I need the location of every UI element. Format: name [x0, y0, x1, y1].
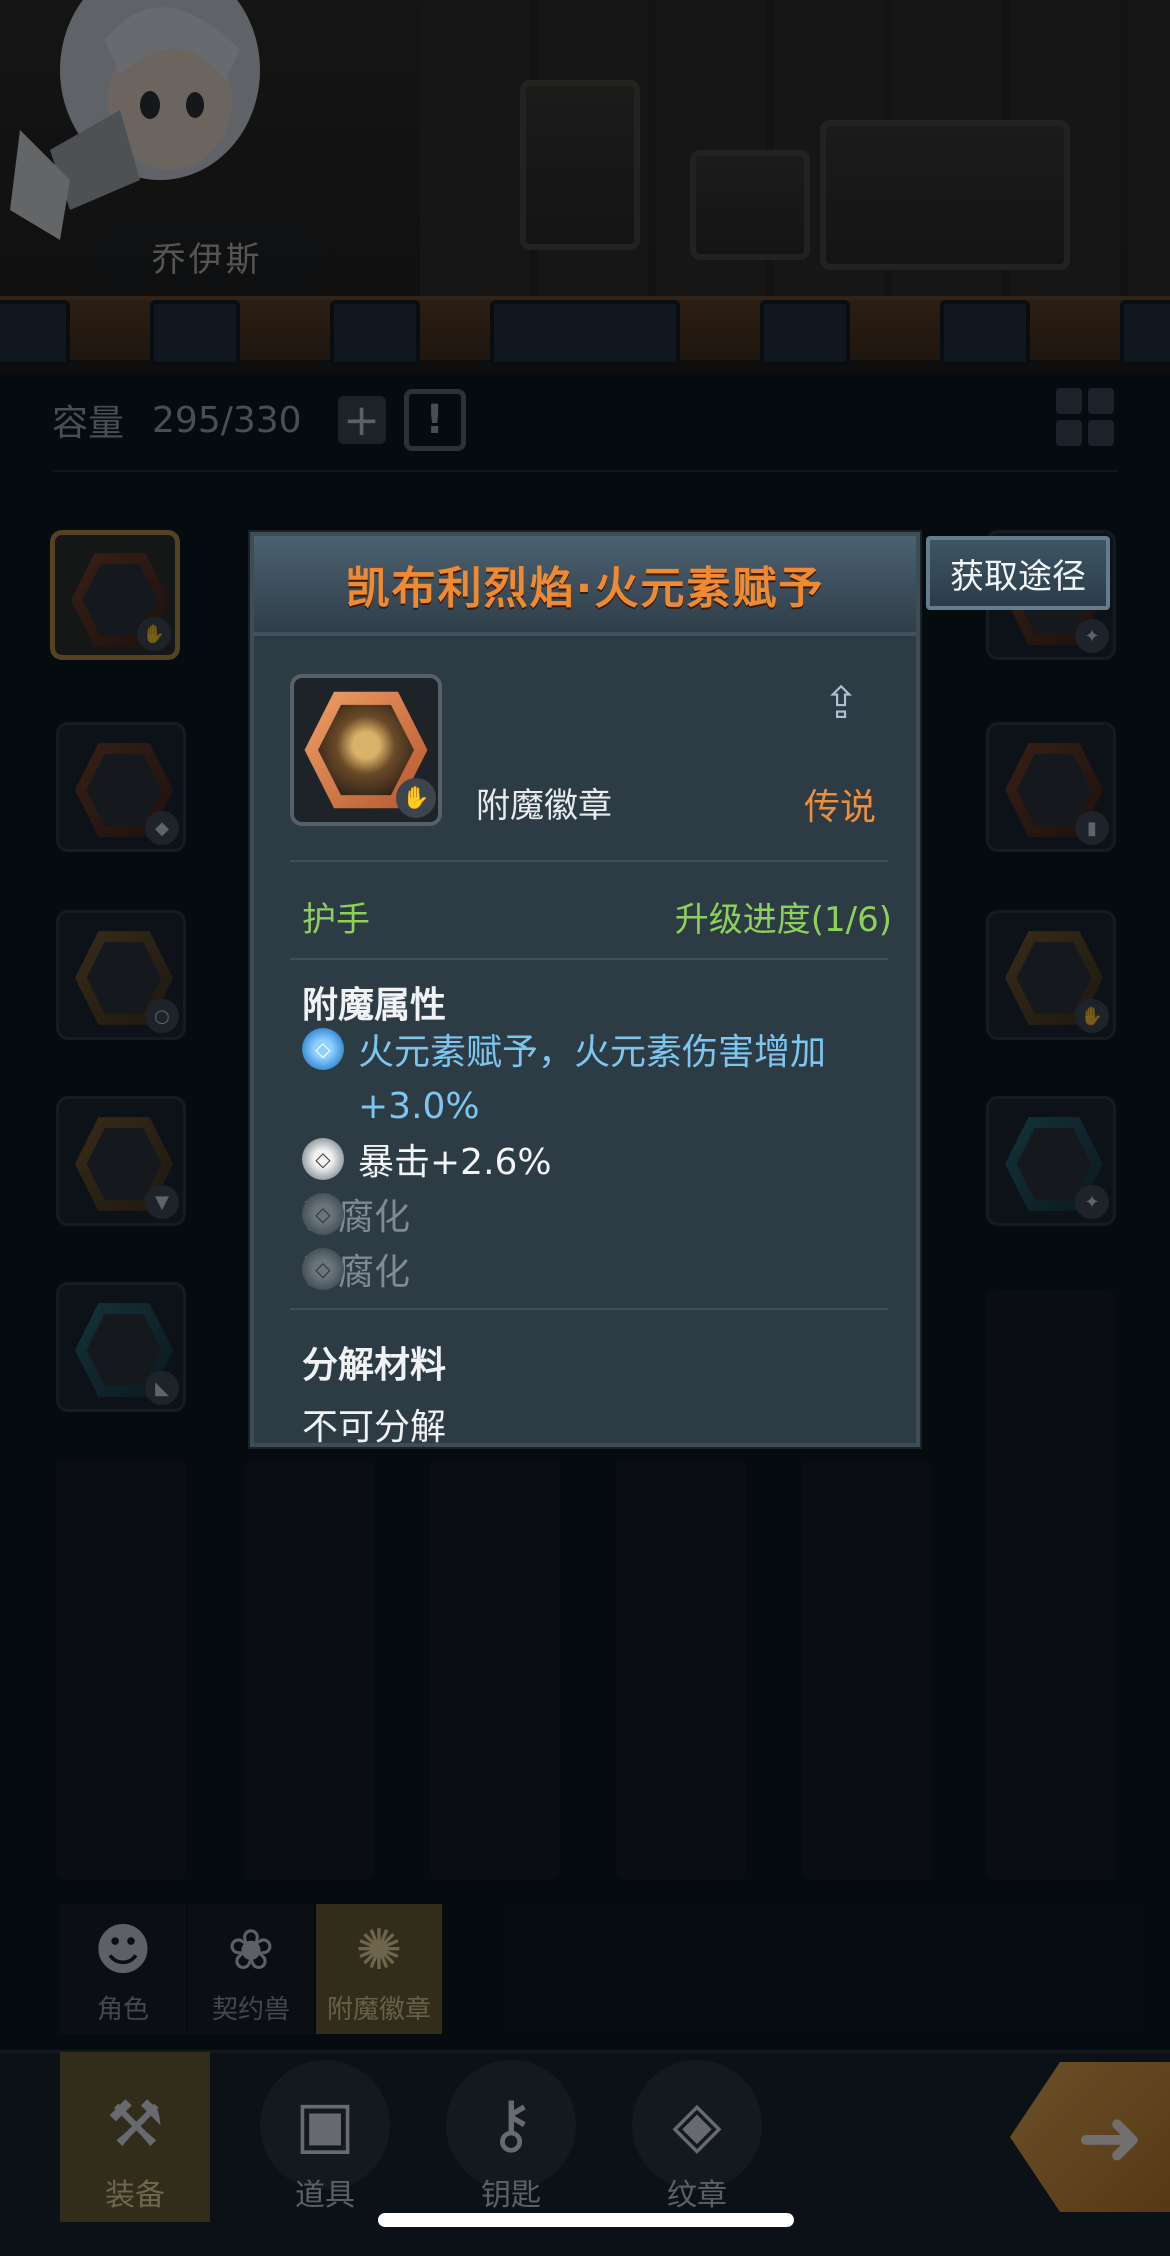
- nav-label: 装备: [105, 2178, 165, 2213]
- plank-block: [330, 300, 420, 366]
- hand-icon: ✋: [1075, 999, 1109, 1033]
- white-gem-icon: ◇: [302, 1138, 344, 1180]
- treasure-chest-decoration: [820, 120, 1070, 270]
- weapon-icon: ✦: [1075, 619, 1109, 653]
- popup-header: 凯布利烈焰·火元素赋予: [254, 536, 916, 636]
- capacity-label: 容量: [52, 403, 125, 444]
- badge-icon: ✺: [355, 1918, 403, 1983]
- plank-block: [760, 300, 850, 366]
- helmet-icon: ▼: [145, 1185, 179, 1219]
- weapon-icon: ✦: [1075, 1185, 1109, 1219]
- equip-slot-label: 护手: [302, 900, 370, 940]
- expand-capacity-button[interactable]: +: [337, 395, 386, 446]
- nav-items[interactable]: ▣ 道具: [250, 2052, 400, 2222]
- tab-label: 角色: [96, 1995, 149, 2025]
- upgrade-progress: 升级进度(1/6): [674, 900, 892, 940]
- hero-portrait[interactable]: [10, 0, 270, 260]
- nav-label: 道具: [295, 2178, 355, 2213]
- empty-slot-column: [616, 1460, 746, 1880]
- decompose-value: 不可分解: [302, 1407, 447, 1448]
- empty-slot-column: [244, 1460, 374, 1880]
- nav-crest[interactable]: ◈ 纹章: [622, 2052, 772, 2222]
- inventory-slot[interactable]: ✋: [50, 530, 180, 660]
- attribute-text: 暴击+2.6%: [358, 1142, 552, 1183]
- plank-block: [150, 300, 240, 366]
- empty-slot-column: [802, 1460, 932, 1880]
- tab-label: 契约兽: [211, 1995, 290, 2025]
- hand-icon: ✋: [137, 617, 171, 651]
- divider: [290, 958, 888, 960]
- pants-icon: ▮: [1075, 811, 1109, 845]
- plank-block: [0, 300, 70, 366]
- attribute-text: 火元素赋予，火元素伤害增加: [358, 1032, 827, 1073]
- tab-pet[interactable]: ❀ 契约兽: [188, 1904, 314, 2034]
- attribute-row: ◇ 暴击+2.6%: [302, 1136, 552, 1190]
- item-type: 附魔徽章: [476, 786, 612, 826]
- hand-icon: ✋: [396, 778, 436, 818]
- empty-slot-column: [986, 1290, 1116, 1880]
- inventory-slot[interactable]: ▼: [56, 1096, 186, 1226]
- attribute-row: ◇ 已腐化: [302, 1191, 410, 1245]
- arrow-icon: ➜: [1076, 2090, 1144, 2184]
- plank-block: [490, 300, 680, 366]
- boot-icon: ◣: [145, 1371, 179, 1405]
- plank-block: [1120, 300, 1170, 366]
- chest-decoration: [690, 150, 810, 260]
- empty-slot-column: [56, 1460, 186, 1880]
- paw-icon: ❀: [227, 1918, 275, 1983]
- empty-slot-column: [430, 1460, 560, 1880]
- divider: [52, 470, 1118, 472]
- tab-enchant-badge[interactable]: ✺ 附魔徽章: [316, 1904, 442, 2034]
- item-detail-popup: 凯布利烈焰·火元素赋予 ✋ ⇪ 附魔徽章 传说 护手 升级进度(1/6) 附魔属…: [250, 532, 920, 1448]
- tab-label: 附魔徽章: [326, 1995, 431, 2025]
- item-title: 凯布利烈焰·火元素赋予: [345, 563, 825, 614]
- inventory-slot[interactable]: ○: [56, 910, 186, 1040]
- attribute-text: 已腐化: [302, 1197, 411, 1238]
- inventory-slot[interactable]: ✦: [986, 1096, 1116, 1226]
- decompose-section-title: 分解材料: [302, 1345, 447, 1386]
- inventory-slot[interactable]: ◆: [56, 722, 186, 852]
- hero-scene: 乔伊斯: [0, 0, 1170, 372]
- grid-view-icon[interactable]: [1056, 388, 1114, 446]
- divider: [290, 1308, 888, 1310]
- nav-label: 钥匙: [481, 2178, 541, 2213]
- attribute-value: +3.0%: [358, 1086, 480, 1127]
- tab-character[interactable]: ☻ 角色: [60, 1904, 186, 2034]
- nav-keys[interactable]: ⚷ 钥匙: [436, 2052, 586, 2222]
- category-tabs: ☻ 角色 ❀ 契约兽 ✺ 附魔徽章: [60, 1904, 442, 2034]
- plank-block: [940, 300, 1030, 366]
- rarity-label: 传说: [803, 787, 876, 828]
- cabinet-decoration: [520, 80, 640, 250]
- inventory-slot[interactable]: ▮: [986, 722, 1116, 852]
- attribute-row: ◇ 火元素赋予，火元素伤害增加 +3.0%: [302, 1026, 826, 1134]
- nav-label: 纹章: [667, 2178, 727, 2213]
- attribute-row: ◇ 已腐化: [302, 1246, 410, 1300]
- capacity-bar: 容量 295/330 + !: [52, 384, 466, 456]
- share-icon[interactable]: ⇪: [810, 674, 872, 732]
- item-icon: ✋: [290, 674, 442, 826]
- attribute-text: 已腐化: [302, 1252, 411, 1293]
- capacity-value: 295/330: [152, 399, 302, 441]
- ring-icon: ○: [145, 999, 179, 1033]
- inventory-slot[interactable]: ◣: [56, 1282, 186, 1412]
- home-indicator[interactable]: [378, 2213, 794, 2227]
- sort-icon[interactable]: !: [403, 389, 466, 451]
- divider: [290, 860, 888, 862]
- armor-icon: ◆: [145, 811, 179, 845]
- enchant-section-title: 附魔属性: [302, 985, 447, 1026]
- hero-name-tag[interactable]: 乔伊斯: [82, 226, 332, 286]
- nav-equipment[interactable]: ⚒ 装备: [60, 2052, 210, 2222]
- inventory-slot[interactable]: ✋: [986, 910, 1116, 1040]
- character-icon: ☻: [93, 1918, 153, 1983]
- blue-gem-icon: ◇: [302, 1028, 344, 1070]
- obtain-source-button[interactable]: 获取途径: [926, 536, 1110, 610]
